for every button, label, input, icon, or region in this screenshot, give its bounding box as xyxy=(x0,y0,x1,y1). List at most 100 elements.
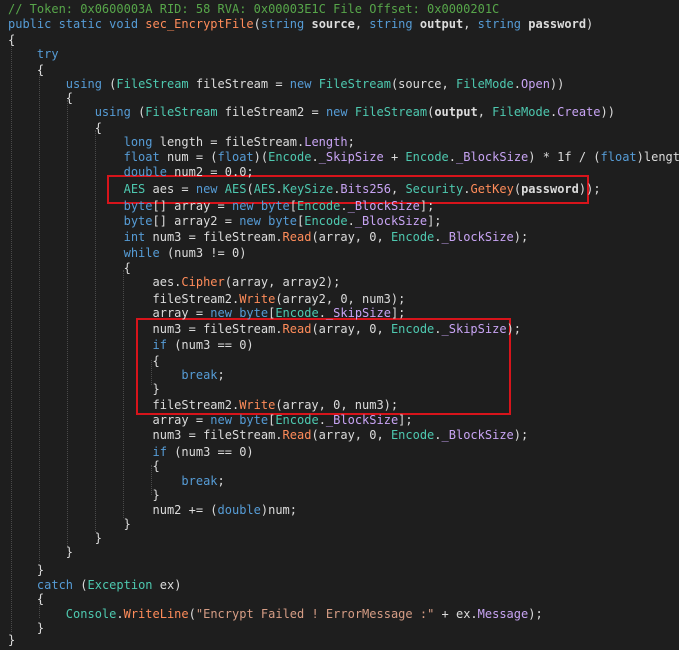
code-line: { xyxy=(8,261,131,275)
code-token: . xyxy=(434,322,442,336)
code-line: while (num3 != 0) xyxy=(8,246,247,260)
code-token: AES xyxy=(123,182,153,196)
code-token: Encode xyxy=(297,199,341,213)
code-token: ]; xyxy=(398,413,413,427)
code-token: (array, 0, xyxy=(311,428,391,442)
code-token: aes. xyxy=(8,275,182,289)
code-token: float xyxy=(123,150,167,164)
code-token: FileMode xyxy=(455,77,514,91)
code-token: , xyxy=(391,182,406,196)
code-token: _BlockSize xyxy=(456,150,529,164)
code-token: fileStream2. xyxy=(8,292,240,306)
code-token: (array, 0, num3); xyxy=(275,398,399,412)
code-token: } xyxy=(8,563,45,577)
code-token: ); xyxy=(528,607,543,621)
code-token: new byte xyxy=(210,306,269,320)
code-token: { xyxy=(8,33,16,47)
code-token: )); xyxy=(578,182,601,196)
code-token: byte xyxy=(123,199,153,213)
code-token: FileStream xyxy=(354,105,428,119)
code-token: new xyxy=(289,77,319,91)
code-line: double num2 = 0.0; xyxy=(8,165,254,179)
code-line: using (FileStream fileStream2 = new File… xyxy=(8,105,615,119)
code-token: Read xyxy=(282,428,312,442)
code-token: (array2, 0, num3); xyxy=(275,292,406,306)
code-token: , xyxy=(463,17,478,31)
code-token: fileStream2 = xyxy=(224,105,326,119)
code-token: Encode xyxy=(304,214,348,228)
code-token: float xyxy=(217,150,254,164)
code-token: . xyxy=(116,607,124,621)
code-token: ]; xyxy=(427,214,442,228)
code-token: new byte xyxy=(239,214,297,228)
code-token: Read xyxy=(282,322,312,336)
code-token: double xyxy=(217,503,261,517)
code-line: } xyxy=(8,517,131,531)
code-token: length = fileStream. xyxy=(159,135,305,149)
code-token: + ex. xyxy=(434,607,478,621)
code-token: FileStream xyxy=(116,77,196,91)
code-line: { xyxy=(8,592,44,606)
code-token: using xyxy=(94,105,139,119)
code-token: FileStream xyxy=(318,77,391,91)
code-token: ( xyxy=(80,578,88,592)
code-token: new xyxy=(195,182,225,196)
code-token: Encode xyxy=(275,306,319,320)
code-token: } xyxy=(8,531,102,545)
code-token: . xyxy=(318,306,326,320)
code-token: )) xyxy=(549,77,565,91)
code-token: ) xyxy=(586,17,594,31)
code-token: public static void xyxy=(8,17,146,31)
code-token: "Encrypt Failed ! ErrorMessage :" xyxy=(195,607,435,621)
code-line: { xyxy=(8,121,102,135)
code-token: Encode xyxy=(390,428,435,442)
code-token: } xyxy=(8,488,160,502)
code-editor[interactable]: // Token: 0x0600003A RID: 58 RVA: 0x0000… xyxy=(0,0,679,650)
code-token: . xyxy=(340,199,348,213)
code-token: . xyxy=(347,214,355,228)
code-token: int xyxy=(123,230,153,244)
code-token: } xyxy=(8,633,16,647)
code-token: } xyxy=(8,382,160,396)
code-token: _SkipSize xyxy=(441,322,507,336)
code-token: WriteLine xyxy=(123,607,189,621)
code-token: . xyxy=(448,150,457,164)
code-line: break; xyxy=(8,368,225,382)
code-line: AES aes = new AES(AES.KeySize.Bits256, S… xyxy=(8,182,601,196)
code-token: ( xyxy=(253,17,261,31)
code-token: { xyxy=(8,91,74,105)
code-token: { xyxy=(8,592,45,606)
code-token: )length; xyxy=(636,150,679,164)
code-token: ; xyxy=(347,135,355,149)
code-line: break; xyxy=(8,474,224,488)
code-token: { xyxy=(8,121,102,135)
code-token: _BlockSize xyxy=(354,214,428,228)
code-token: string xyxy=(477,17,529,31)
code-line: num3 = fileStream.Read(array, 0, Encode.… xyxy=(8,428,528,442)
code-token: Console xyxy=(65,607,117,621)
code-token: (num3 == 0) xyxy=(174,445,254,459)
code-token: _BlockSize xyxy=(441,428,514,442)
code-token: try xyxy=(36,47,59,61)
code-token: )( xyxy=(253,150,269,164)
code-token: num2 = 0.0; xyxy=(174,165,254,179)
code-token: _SkipSize xyxy=(325,306,391,320)
code-token: Encode xyxy=(390,322,435,336)
code-token: num2 += ( xyxy=(8,503,218,517)
code-token: KeySize xyxy=(282,182,334,196)
code-token: ; xyxy=(217,368,225,382)
code-token: Read xyxy=(282,230,312,244)
code-token: ); xyxy=(513,230,529,244)
code-line: long length = fileStream.Length; xyxy=(8,135,355,149)
code-token: double xyxy=(123,165,175,179)
code-token: catch xyxy=(36,578,81,592)
code-token: ); xyxy=(506,322,522,336)
code-token: ]; xyxy=(419,199,435,213)
code-token: ); xyxy=(513,428,529,442)
code-token: [] array2 = xyxy=(152,214,240,228)
